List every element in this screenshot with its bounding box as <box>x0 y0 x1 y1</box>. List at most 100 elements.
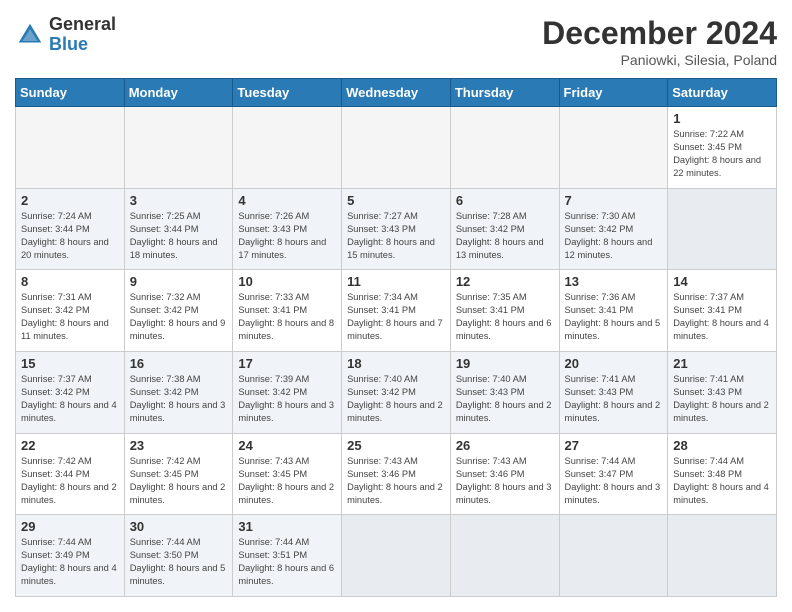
calendar-week-row: 29Sunrise: 7:44 AMSunset: 3:49 PMDayligh… <box>16 515 777 597</box>
calendar-cell: 21 Sunrise: 7:41 AMSunset: 3:43 PMDayligh… <box>668 351 777 433</box>
day-info: Sunrise: 7:42 AMSunset: 3:45 PMDaylight:… <box>130 455 228 507</box>
day-number: 2 <box>21 193 119 208</box>
calendar-week-row: 8 Sunrise: 7:31 AMSunset: 3:42 PMDaylight… <box>16 270 777 352</box>
calendar-cell: 6Sunrise: 7:28 AMSunset: 3:42 PMDaylight… <box>450 188 559 270</box>
day-info: Sunrise: 7:32 AMSunset: 3:42 PMDaylight:… <box>130 291 228 343</box>
day-number: 26 <box>456 438 554 453</box>
day-number: 3 <box>130 193 228 208</box>
day-number: 18 <box>347 356 445 371</box>
logo-blue: Blue <box>49 35 116 55</box>
calendar-cell <box>233 107 342 189</box>
calendar-cell <box>342 515 451 597</box>
day-number: 4 <box>238 193 336 208</box>
day-number: 6 <box>456 193 554 208</box>
calendar-cell <box>668 515 777 597</box>
calendar-cell: 5 Sunrise: 7:27 AMSunset: 3:43 PMDaylight… <box>342 188 451 270</box>
day-number: 5 <box>347 193 445 208</box>
day-number: 17 <box>238 356 336 371</box>
calendar-week-row: 1Sunrise: 7:22 AMSunset: 3:45 PMDaylight… <box>16 107 777 189</box>
day-info: Sunrise: 7:24 AMSunset: 3:44 PMDaylight:… <box>21 210 119 262</box>
day-number: 16 <box>130 356 228 371</box>
day-info: Sunrise: 7:40 AMSunset: 3:42 PMDaylight:… <box>347 373 445 425</box>
day-info: Sunrise: 7:39 AMSunset: 3:42 PMDaylight:… <box>238 373 336 425</box>
col-header-sunday: Sunday <box>16 79 125 107</box>
col-header-tuesday: Tuesday <box>233 79 342 107</box>
day-number: 30 <box>130 519 228 534</box>
day-info: Sunrise: 7:35 AMSunset: 3:41 PMDaylight:… <box>456 291 554 343</box>
day-info: Sunrise: 7:27 AMSunset: 3:43 PMDaylight:… <box>347 210 445 262</box>
day-info: Sunrise: 7:30 AMSunset: 3:42 PMDaylight:… <box>565 210 663 262</box>
day-info: Sunrise: 7:26 AMSunset: 3:43 PMDaylight:… <box>238 210 336 262</box>
day-number: 22 <box>21 438 119 453</box>
calendar-cell: 24 Sunrise: 7:43 AMSunset: 3:45 PMDayligh… <box>233 433 342 515</box>
day-number: 7 <box>565 193 663 208</box>
day-info: Sunrise: 7:40 AMSunset: 3:43 PMDaylight:… <box>456 373 554 425</box>
day-number: 13 <box>565 274 663 289</box>
day-number: 15 <box>21 356 119 371</box>
calendar-cell: 25Sunrise: 7:43 AMSunset: 3:46 PMDayligh… <box>342 433 451 515</box>
day-number: 21 <box>673 356 771 371</box>
col-header-thursday: Thursday <box>450 79 559 107</box>
logo-icon <box>15 20 45 50</box>
calendar-cell: 18 Sunrise: 7:40 AMSunset: 3:42 PMDayligh… <box>342 351 451 433</box>
calendar-cell: 19 Sunrise: 7:40 AMSunset: 3:43 PMDayligh… <box>450 351 559 433</box>
calendar-cell: 12Sunrise: 7:35 AMSunset: 3:41 PMDayligh… <box>450 270 559 352</box>
day-number: 10 <box>238 274 336 289</box>
day-number: 27 <box>565 438 663 453</box>
calendar-cell: 20Sunrise: 7:41 AMSunset: 3:43 PMDayligh… <box>559 351 668 433</box>
calendar-cell <box>450 107 559 189</box>
calendar-cell: 3 Sunrise: 7:25 AMSunset: 3:44 PMDaylight… <box>124 188 233 270</box>
calendar-header-row: SundayMondayTuesdayWednesdayThursdayFrid… <box>16 79 777 107</box>
day-info: Sunrise: 7:38 AMSunset: 3:42 PMDaylight:… <box>130 373 228 425</box>
day-info: Sunrise: 7:44 AMSunset: 3:51 PMDaylight:… <box>238 536 336 588</box>
subtitle: Paniowki, Silesia, Poland <box>542 52 777 68</box>
day-info: Sunrise: 7:36 AMSunset: 3:41 PMDaylight:… <box>565 291 663 343</box>
day-info: Sunrise: 7:41 AMSunset: 3:43 PMDaylight:… <box>673 373 771 425</box>
calendar-cell: 29Sunrise: 7:44 AMSunset: 3:49 PMDayligh… <box>16 515 125 597</box>
day-info: Sunrise: 7:44 AMSunset: 3:49 PMDaylight:… <box>21 536 119 588</box>
calendar-cell: 8 Sunrise: 7:31 AMSunset: 3:42 PMDaylight… <box>16 270 125 352</box>
day-info: Sunrise: 7:25 AMSunset: 3:44 PMDaylight:… <box>130 210 228 262</box>
col-header-saturday: Saturday <box>668 79 777 107</box>
day-number: 19 <box>456 356 554 371</box>
calendar-cell: 1Sunrise: 7:22 AMSunset: 3:45 PMDaylight… <box>668 107 777 189</box>
col-header-wednesday: Wednesday <box>342 79 451 107</box>
calendar-cell: 14 Sunrise: 7:37 AMSunset: 3:41 PMDayligh… <box>668 270 777 352</box>
calendar-cell: 15Sunrise: 7:37 AMSunset: 3:42 PMDayligh… <box>16 351 125 433</box>
day-number: 24 <box>238 438 336 453</box>
calendar-week-row: 22Sunrise: 7:42 AMSunset: 3:44 PMDayligh… <box>16 433 777 515</box>
calendar-cell: 11Sunrise: 7:34 AMSunset: 3:41 PMDayligh… <box>342 270 451 352</box>
day-info: Sunrise: 7:37 AMSunset: 3:41 PMDaylight:… <box>673 291 771 343</box>
day-number: 31 <box>238 519 336 534</box>
day-number: 9 <box>130 274 228 289</box>
main-title: December 2024 <box>542 15 777 52</box>
calendar-week-row: 2 Sunrise: 7:24 AMSunset: 3:44 PMDaylight… <box>16 188 777 270</box>
calendar-cell: 2 Sunrise: 7:24 AMSunset: 3:44 PMDaylight… <box>16 188 125 270</box>
calendar-cell: 27 Sunrise: 7:44 AMSunset: 3:47 PMDayligh… <box>559 433 668 515</box>
calendar-cell: 26Sunrise: 7:43 AMSunset: 3:46 PMDayligh… <box>450 433 559 515</box>
calendar-cell: 28Sunrise: 7:44 AMSunset: 3:48 PMDayligh… <box>668 433 777 515</box>
calendar-cell <box>559 515 668 597</box>
calendar-cell: 13 Sunrise: 7:36 AMSunset: 3:41 PMDayligh… <box>559 270 668 352</box>
day-info: Sunrise: 7:33 AMSunset: 3:41 PMDaylight:… <box>238 291 336 343</box>
col-header-friday: Friday <box>559 79 668 107</box>
logo-general: General <box>49 15 116 35</box>
calendar-cell: 9 Sunrise: 7:32 AMSunset: 3:42 PMDaylight… <box>124 270 233 352</box>
calendar-cell: 30Sunrise: 7:44 AMSunset: 3:50 PMDayligh… <box>124 515 233 597</box>
col-header-monday: Monday <box>124 79 233 107</box>
day-number: 23 <box>130 438 228 453</box>
day-info: Sunrise: 7:44 AMSunset: 3:47 PMDaylight:… <box>565 455 663 507</box>
calendar-week-row: 15Sunrise: 7:37 AMSunset: 3:42 PMDayligh… <box>16 351 777 433</box>
title-block: December 2024 Paniowki, Silesia, Poland <box>542 15 777 68</box>
day-info: Sunrise: 7:43 AMSunset: 3:45 PMDaylight:… <box>238 455 336 507</box>
calendar-cell: 17 Sunrise: 7:39 AMSunset: 3:42 PMDayligh… <box>233 351 342 433</box>
calendar-cell: 22Sunrise: 7:42 AMSunset: 3:44 PMDayligh… <box>16 433 125 515</box>
calendar-cell <box>124 107 233 189</box>
day-number: 14 <box>673 274 771 289</box>
logo-text: General Blue <box>49 15 116 55</box>
day-number: 8 <box>21 274 119 289</box>
calendar-cell: 7 Sunrise: 7:30 AMSunset: 3:42 PMDaylight… <box>559 188 668 270</box>
calendar-cell <box>668 188 777 270</box>
day-info: Sunrise: 7:31 AMSunset: 3:42 PMDaylight:… <box>21 291 119 343</box>
calendar-cell <box>559 107 668 189</box>
